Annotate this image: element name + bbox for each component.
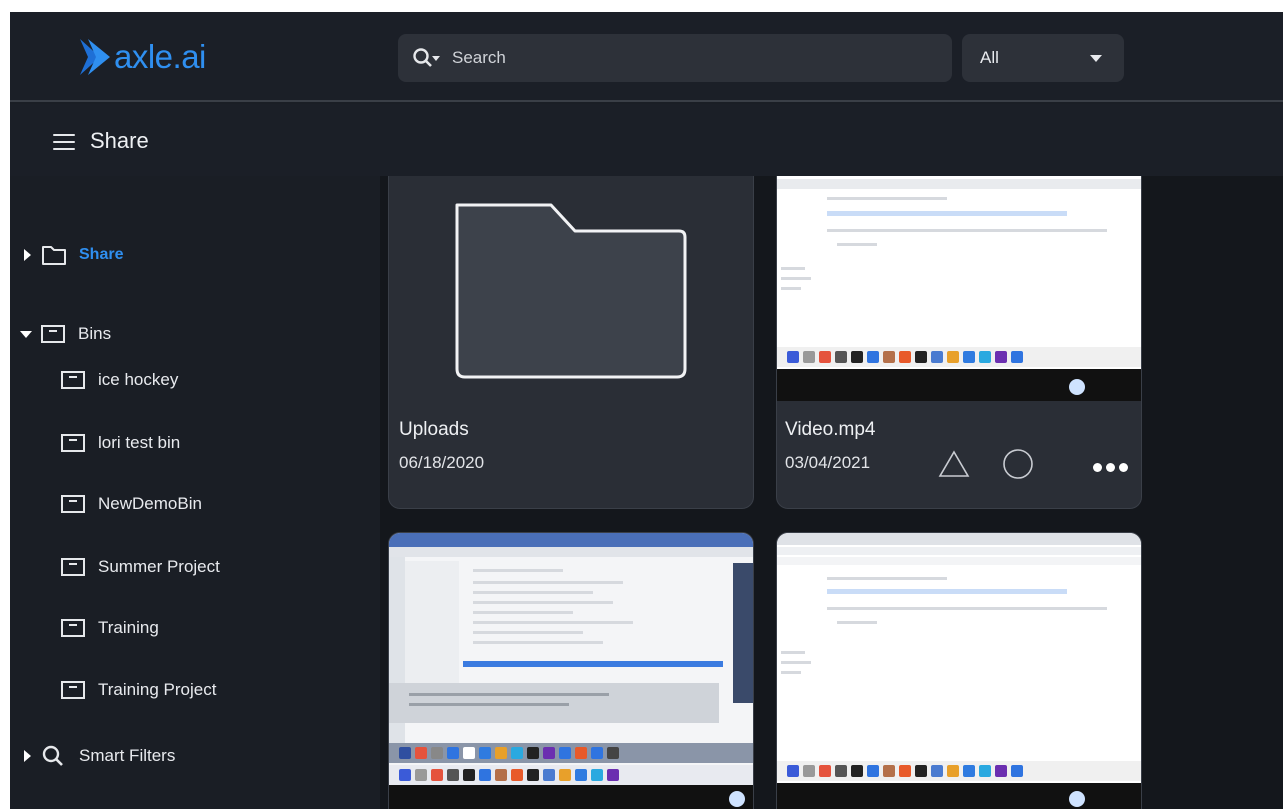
sidebar-item-label: Training — [98, 618, 159, 637]
bin-icon — [60, 493, 86, 515]
sidebar-item-label: Share — [79, 246, 124, 263]
chevron-down-icon — [1090, 54, 1102, 62]
brand-name: axle.ai — [114, 38, 206, 75]
asset-thumbnail[interactable] — [777, 533, 1141, 809]
triangle-icon[interactable] — [937, 449, 971, 479]
sidebar-bin-item[interactable]: lori test bin — [60, 432, 180, 454]
sidebar-item-label: Summer Project — [98, 557, 220, 576]
sidebar-bin-item[interactable]: Training — [60, 617, 159, 639]
asset-grid: Uploads 06/18/2020 Video.mp4 03/04/2021 — [380, 176, 1283, 809]
hamburger-icon[interactable] — [53, 134, 75, 150]
axle-logo-icon — [80, 39, 110, 75]
sidebar-bin-item[interactable]: NewDemoBin — [60, 493, 202, 515]
search-icon — [41, 745, 67, 767]
brand-logo[interactable]: axle.ai — [76, 34, 206, 80]
card-actions — [937, 447, 1128, 481]
folder-card[interactable]: Uploads 06/18/2020 — [388, 176, 754, 509]
card-title: Video.mp4 — [785, 419, 876, 440]
video-card[interactable]: Video.mp4 03/04/2021 — [776, 176, 1142, 509]
sidebar-item-bins[interactable]: Bins — [20, 323, 111, 345]
sidebar-bin-item[interactable]: Summer Project — [60, 556, 220, 578]
folder-icon — [41, 244, 67, 266]
folder-icon — [455, 203, 687, 379]
asset-thumbnail[interactable] — [389, 533, 753, 809]
sidebar-item-label: Bins — [78, 324, 112, 343]
asset-card[interactable] — [388, 532, 754, 809]
expand-arrow-icon[interactable] — [24, 249, 31, 261]
app-window: axle.ai All Share — [10, 12, 1283, 809]
expand-arrow-icon[interactable] — [24, 750, 31, 762]
page-header: Share — [10, 104, 1283, 176]
bin-icon — [60, 617, 86, 639]
card-date: 06/18/2020 — [399, 453, 485, 472]
sidebar-item-label: lori test bin — [98, 433, 181, 452]
sidebar-bin-item[interactable]: Training Project — [60, 679, 216, 701]
collapse-arrow-icon[interactable] — [20, 330, 32, 338]
more-options-icon[interactable] — [1093, 462, 1128, 472]
circle-icon[interactable] — [1001, 447, 1035, 481]
bin-icon — [60, 679, 86, 701]
bin-icon — [60, 432, 86, 454]
search-icon[interactable] — [412, 47, 452, 69]
bin-icon — [60, 556, 86, 578]
card-date: 03/04/2021 — [785, 453, 871, 472]
sidebar-item-label: Training Project — [98, 680, 217, 699]
sidebar-bin-item[interactable]: ice hockey — [60, 369, 178, 391]
sidebar-item-label: Smart Filters — [79, 746, 176, 765]
sidebar-item-share[interactable]: Share — [24, 244, 123, 266]
sidebar-item-label: NewDemoBin — [98, 494, 202, 513]
asset-card[interactable] — [776, 532, 1142, 809]
sidebar: Share Bins ice hockey lori test bin NewD… — [10, 176, 380, 809]
bin-icon — [60, 369, 86, 391]
video-thumbnail[interactable] — [777, 176, 1141, 401]
top-bar: axle.ai All — [10, 12, 1283, 102]
sidebar-item-label: ice hockey — [98, 370, 179, 389]
card-title: Uploads — [399, 419, 469, 440]
search-scope-select[interactable]: All — [962, 34, 1124, 82]
search-box[interactable] — [398, 34, 952, 82]
page-title: Share — [90, 128, 149, 153]
search-input[interactable] — [452, 38, 912, 78]
sidebar-item-smart-filters[interactable]: Smart Filters — [24, 745, 175, 767]
search-scope-value: All — [980, 48, 999, 67]
bin-icon — [40, 323, 66, 345]
